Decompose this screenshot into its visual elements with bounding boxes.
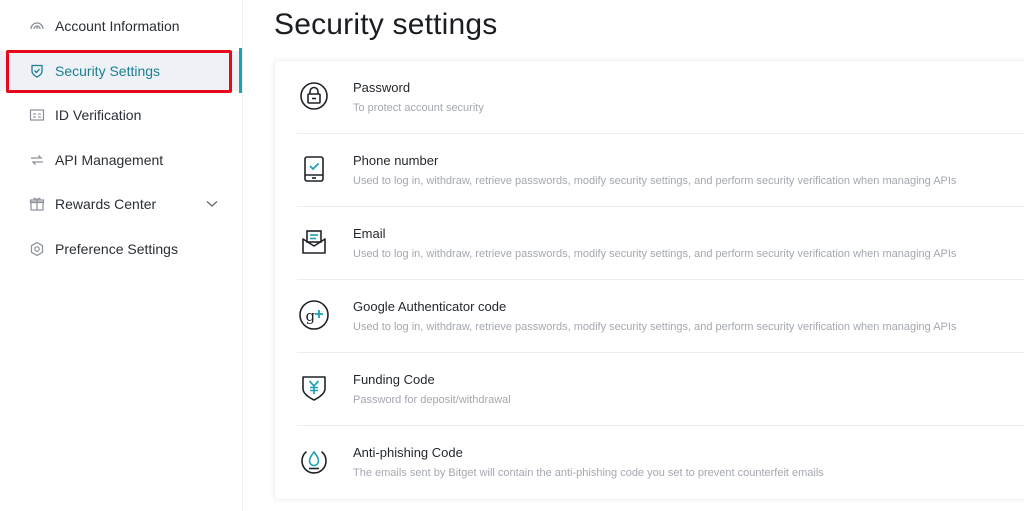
setting-title: Email	[353, 226, 386, 241]
google-plus-icon: g	[297, 298, 331, 332]
sidebar-item-label: Preference Settings	[55, 241, 178, 257]
shield-check-icon	[28, 62, 46, 80]
setting-row-email[interactable]: Email Used to log in, withdraw, retrieve…	[297, 207, 1024, 280]
svg-text:g: g	[306, 307, 316, 325]
id-card-icon	[28, 106, 46, 124]
setting-title: Funding Code	[353, 372, 435, 387]
sidebar-item-label: Security Settings	[55, 63, 161, 79]
sidebar-item-security-settings[interactable]: Security Settings	[0, 51, 243, 91]
setting-row-password[interactable]: Password To protect account security	[297, 61, 1024, 134]
sidebar-item-label: ID Verification	[55, 107, 142, 123]
setting-title: Anti-phishing Code	[353, 445, 463, 460]
setting-row-anti-phishing-code[interactable]: Anti-phishing Code The emails sent by Bi…	[297, 426, 1024, 499]
security-settings-card: Password To protect account security Pho…	[274, 60, 1024, 500]
setting-description: Used to log in, withdraw, retrieve passw…	[353, 175, 957, 187]
setting-description: The emails sent by Bitget will contain t…	[353, 467, 824, 479]
chevron-down-icon[interactable]	[204, 196, 220, 212]
setting-title: Password	[353, 80, 411, 95]
sidebar-item-account-information[interactable]: Account Information	[0, 6, 243, 46]
sidebar-item-api-management[interactable]: API Management	[0, 140, 243, 180]
setting-description: Password for deposit/withdrawal	[353, 394, 511, 406]
setting-row-phone-number[interactable]: Phone number Used to log in, withdraw, r…	[297, 134, 1024, 207]
lock-icon	[297, 79, 331, 113]
yen-shield-icon	[297, 371, 331, 405]
setting-title: Phone number	[353, 153, 439, 168]
setting-row-funding-code[interactable]: Funding Code Password for deposit/withdr…	[297, 353, 1024, 426]
sidebar: Account Information Security Settings ID…	[0, 0, 243, 511]
dashboard-gauge-icon	[28, 17, 46, 35]
page-title: Security settings	[274, 8, 498, 41]
api-arrows-icon	[28, 151, 46, 169]
setting-title: Google Authenticator code	[353, 299, 507, 314]
active-indicator	[239, 48, 242, 93]
sidebar-item-label: Rewards Center	[55, 196, 157, 212]
sidebar-item-preference-settings[interactable]: Preference Settings	[0, 229, 243, 269]
sidebar-item-rewards-center[interactable]: Rewards Center	[0, 184, 243, 224]
sidebar-item-id-verification[interactable]: ID Verification	[0, 95, 243, 135]
setting-description: Used to log in, withdraw, retrieve passw…	[353, 321, 957, 333]
hexagon-gear-icon	[28, 240, 46, 258]
phone-check-icon	[297, 152, 331, 186]
envelope-icon	[297, 225, 331, 259]
setting-description: Used to log in, withdraw, retrieve passw…	[353, 248, 957, 260]
gift-icon	[28, 195, 46, 213]
sidebar-item-label: Account Information	[55, 18, 180, 34]
setting-description: To protect account security	[353, 102, 484, 114]
water-drop-icon	[297, 444, 331, 478]
setting-row-google-authenticator[interactable]: g Google Authenticator code Used to log …	[297, 280, 1024, 353]
sidebar-item-label: API Management	[55, 152, 164, 168]
